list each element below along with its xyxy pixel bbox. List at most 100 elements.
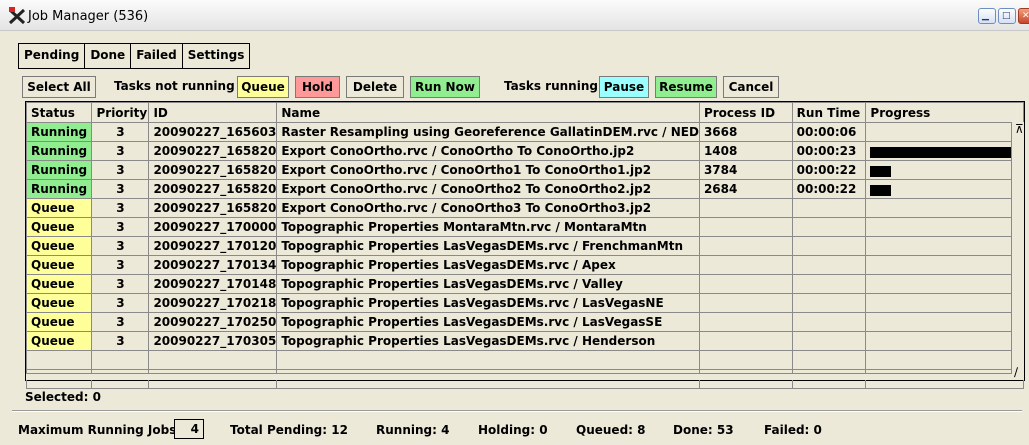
close-button[interactable]: ✕ [1018, 8, 1029, 24]
process-id-cell [698, 331, 793, 351]
name-cell: Topographic Properties LasVegasDEMs.rvc … [276, 331, 700, 351]
running-count: Running: 4 [376, 423, 450, 437]
name-cell: Export ConoOrtho.rvc / ConoOrtho To Cono… [276, 141, 700, 161]
done-count: Done: 53 [673, 423, 734, 437]
id-cell: 20090227_165820 [148, 179, 278, 199]
empty-cell [698, 350, 793, 370]
status-cell: Running [25, 122, 93, 142]
table-header-row: Status Priority ID Name Process ID Run T… [25, 102, 1024, 123]
status-cell: Queue [25, 312, 93, 332]
vertical-scrollbar[interactable]: ⊼ ∕ [1011, 122, 1024, 380]
table-row[interactable]: Running 3 20090227_165820 Export ConoOrtho.… [25, 179, 1024, 199]
failed-count: Failed: 0 [764, 423, 822, 437]
table-row[interactable]: Running 3 20090227_165603 Raster Resampling… [25, 122, 1024, 142]
run-time-cell [791, 312, 867, 332]
title-bar[interactable]: Job Manager (536) ▁ □ ✕ [0, 0, 1029, 31]
col-header-run-time[interactable]: Run Time [791, 102, 867, 123]
progress-bar [870, 146, 1018, 158]
max-running-jobs-label: Maximum Running Jobs [18, 423, 177, 437]
empty-cell [791, 350, 867, 370]
run-time-cell: 00:00:23 [791, 141, 867, 161]
priority-cell: 3 [91, 293, 150, 313]
id-cell: 20090227_170134 [148, 255, 278, 275]
progress-cell [865, 179, 1024, 199]
tab-pending[interactable]: Pending [19, 44, 86, 68]
run-now-button[interactable]: Run Now [410, 76, 480, 98]
tasks-running-label: Tasks running [504, 79, 598, 93]
status-cell: Queue [25, 331, 93, 351]
priority-cell: 3 [91, 274, 150, 294]
table-row[interactable]: Queue 3 20090227_170000 Topographic Propert… [25, 217, 1024, 237]
max-running-jobs-field[interactable]: 4 [174, 419, 204, 439]
name-cell: Topographic Properties LasVegasDEMs.rvc … [276, 236, 700, 256]
table-row[interactable]: Queue 3 20090227_170134 Topographic Propert… [25, 255, 1024, 275]
status-cell: Queue [25, 236, 93, 256]
col-header-progress[interactable]: Progress [865, 102, 1024, 123]
process-id-cell: 3784 [698, 160, 793, 180]
status-cell: Queue [25, 217, 93, 237]
status-cell: Queue [25, 198, 93, 218]
table-row[interactable]: Running 3 20090227_165820 Export ConoOrtho.… [25, 141, 1024, 161]
tab-failed[interactable]: Failed [131, 44, 183, 68]
scroll-up-icon[interactable]: ⊼ [1015, 123, 1024, 135]
id-cell: 20090227_170305 [148, 331, 278, 351]
tab-settings[interactable]: Settings [183, 44, 250, 68]
run-time-cell: 00:00:06 [791, 122, 867, 142]
run-time-cell [791, 217, 867, 237]
queued-count: Queued: 8 [576, 423, 646, 437]
priority-cell: 3 [91, 198, 150, 218]
progress-cell [865, 331, 1024, 351]
run-time-cell: 00:00:22 [791, 160, 867, 180]
run-time-cell [791, 198, 867, 218]
col-header-priority[interactable]: Priority [91, 102, 150, 123]
maximize-button[interactable]: □ [998, 8, 1016, 24]
col-header-name[interactable]: Name [276, 102, 700, 123]
close-icon: ✕ [1022, 11, 1029, 21]
table-row[interactable]: Queue 3 20090227_170120 Topographic Propert… [25, 236, 1024, 256]
horizontal-scrollbar[interactable] [26, 373, 1012, 380]
delete-button[interactable]: Delete [346, 76, 404, 98]
col-header-id[interactable]: ID [148, 102, 278, 123]
run-time-cell [791, 274, 867, 294]
col-header-process-id[interactable]: Process ID [698, 102, 793, 123]
id-cell: 20090227_165820 [148, 198, 278, 218]
name-cell: Topographic Properties LasVegasDEMs.rvc … [276, 255, 700, 275]
queue-button[interactable]: Queue [237, 76, 289, 98]
select-all-button[interactable]: Select All [22, 76, 96, 98]
resume-button[interactable]: Resume [655, 76, 717, 98]
col-header-status[interactable]: Status [25, 102, 93, 123]
progress-cell [865, 255, 1024, 275]
run-time-cell [791, 331, 867, 351]
run-time-cell [791, 255, 867, 275]
run-time-cell [791, 236, 867, 256]
id-cell: 20090227_165820 [148, 160, 278, 180]
run-time-cell [791, 293, 867, 313]
progress-cell [865, 274, 1024, 294]
name-cell: Topographic Properties MontaraMtn.rvc / … [276, 217, 700, 237]
process-id-cell [698, 255, 793, 275]
pause-button[interactable]: Pause [599, 76, 649, 98]
table-row[interactable]: Queue 3 20090227_170250 Topographic Propert… [25, 312, 1024, 332]
minimize-button[interactable]: ▁ [978, 8, 996, 24]
priority-cell: 3 [91, 312, 150, 332]
window-title: Job Manager (536) [28, 9, 149, 24]
priority-cell: 3 [91, 179, 150, 199]
minimize-icon: ▁ [982, 11, 989, 21]
jobs-table: Status Priority ID Name Process ID Run T… [25, 101, 1025, 389]
priority-cell: 3 [91, 255, 150, 275]
process-id-cell [698, 312, 793, 332]
hold-button[interactable]: Hold [295, 76, 340, 98]
scroll-down-icon[interactable]: ∕ [1014, 366, 1018, 378]
table-row[interactable]: Running 3 20090227_165820 Export ConoOrtho.… [25, 160, 1024, 180]
name-cell: Topographic Properties LasVegasDEMs.rvc … [276, 274, 700, 294]
table-row[interactable]: Queue 3 20090227_165820 Export ConoOrtho.rv… [25, 198, 1024, 218]
id-cell: 20090227_165820 [148, 141, 278, 161]
table-row[interactable]: Queue 3 20090227_170148 Topographic Propert… [25, 274, 1024, 294]
job-manager-window: Job Manager (536) ▁ □ ✕ Pending Done Fai… [0, 0, 1029, 445]
tab-done[interactable]: Done [85, 44, 132, 68]
process-id-cell [698, 236, 793, 256]
table-row[interactable]: Queue 3 20090227_170218 Topographic Propert… [25, 293, 1024, 313]
tasks-not-running-label: Tasks not running [114, 79, 235, 93]
table-row[interactable]: Queue 3 20090227_170305 Topographic Propert… [25, 331, 1024, 351]
cancel-button[interactable]: Cancel [723, 76, 779, 98]
